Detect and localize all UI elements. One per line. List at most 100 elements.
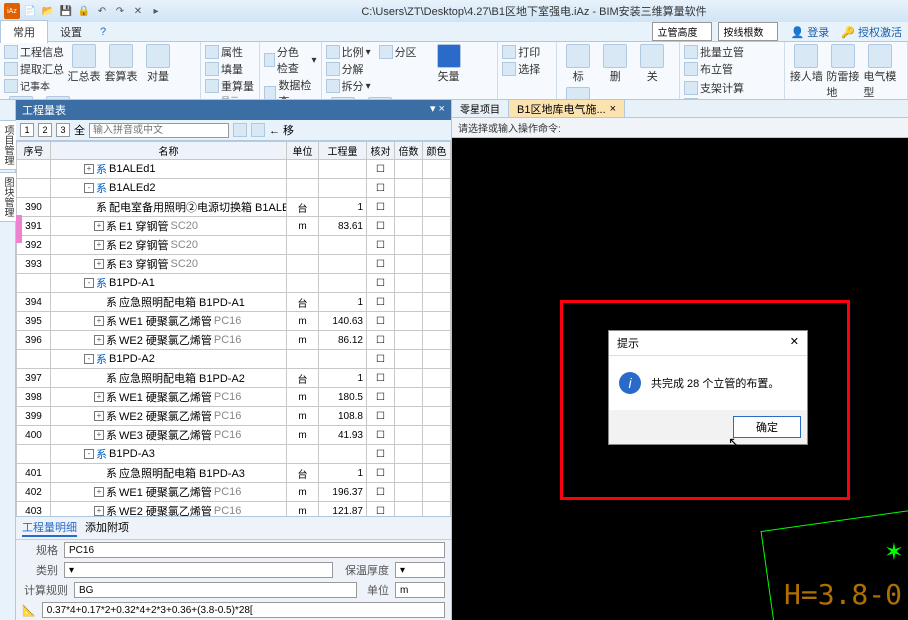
lbl-rule: 计算规则 [22, 582, 68, 598]
doc-tab-active[interactable]: B1区地库电气施... × [509, 100, 625, 117]
table-row[interactable]: 392 +系 E2 穿钢管 SC20 ☐ [17, 236, 451, 255]
rb-pipe[interactable]: 布立管 [684, 61, 744, 77]
rb-select[interactable]: 选择 [502, 61, 552, 77]
rb-datacheck[interactable]: 数据检查 [264, 77, 317, 100]
level-2[interactable]: 2 [38, 123, 52, 137]
table-row[interactable]: -系 B1PD-A3 ☐ [17, 445, 451, 464]
rb-calc[interactable]: 套算表 [104, 44, 138, 84]
rb-fill[interactable]: 填量 [205, 61, 255, 77]
qat-btn[interactable]: ▸ [148, 3, 164, 19]
table-row[interactable]: -系 B1PD-A1 ☐ [17, 274, 451, 293]
rb-notes[interactable]: 记事本 [4, 78, 64, 93]
qat-btn[interactable]: 📂 [40, 3, 56, 19]
rb-close[interactable]: 关 [635, 44, 669, 84]
level-1[interactable]: 1 [20, 123, 34, 137]
rb-compare[interactable]: 对量 [141, 44, 175, 84]
vtab-block[interactable]: 图块管理 [0, 172, 17, 222]
rb-split[interactable]: 拆分▾ [326, 78, 376, 94]
qat-btn[interactable]: 📄 [22, 3, 38, 19]
table-row[interactable]: +系 B1ALEd1 ☐ [17, 160, 451, 179]
table-row[interactable]: 396 +系 WE2 硬聚氯乙烯管 PC16 m86.12 ☐ [17, 331, 451, 350]
rb-project-info[interactable]: 工程信息 [4, 44, 64, 60]
vtab-project[interactable]: 项目管理 [0, 120, 17, 170]
tab-help-icon[interactable]: ? [94, 26, 112, 38]
quick-access-toolbar: iAz 📄 📂 💾 🔒 ↶ ↷ ✕ ▸ [4, 3, 164, 19]
combo-line-count[interactable]: 按线根数 [718, 22, 778, 41]
field-spec[interactable]: PC16 [64, 542, 445, 558]
combo-pipe-height[interactable]: 立管高度 [652, 22, 712, 41]
level-3[interactable]: 3 [56, 123, 70, 137]
table-row[interactable]: 403 +系 WE2 硬聚氯乙烯管 PC16 m121.87 ☐ [17, 502, 451, 517]
table-row[interactable]: 398 +系 WE1 硬聚氯乙烯管 PC16 m180.5 ☐ [17, 388, 451, 407]
field-unit[interactable]: m [395, 582, 445, 598]
lbl-cat: 类别 [22, 562, 58, 578]
qat-btn[interactable]: 💾 [58, 3, 74, 19]
col-unit: 单位 [287, 142, 319, 160]
login-button[interactable]: 👤 登录 [784, 24, 835, 40]
rb-explode[interactable]: 分解 [326, 61, 376, 77]
search-icon[interactable] [233, 123, 247, 137]
panel-toolbar: 1 2 3 全 ← 移 [16, 120, 451, 141]
table-row[interactable]: 399 +系 WE2 硬聚氯乙烯管 PC16 m108.8 ☐ [17, 407, 451, 426]
dtab-detail[interactable]: 工程量明细 [22, 519, 77, 537]
tab-common[interactable]: 常用 [0, 20, 48, 43]
refresh-icon[interactable] [251, 123, 265, 137]
table-row[interactable]: 393 +系 E3 穿钢管 SC20 ☐ [17, 255, 451, 274]
title-bar: iAz 📄 📂 💾 🔒 ↶ ↷ ✕ ▸ C:\Users\ZT\Desktop\… [0, 0, 908, 22]
left-strip: 项目管理 图块管理 [0, 100, 16, 620]
col-color: 颜色 [423, 142, 451, 160]
rb-mark[interactable]: 标 [561, 44, 595, 84]
rb-wall[interactable]: 接人墙 [789, 44, 823, 84]
rb-extract[interactable]: 提取汇总 [4, 61, 64, 77]
table-row[interactable]: -系 B1ALEd2 ☐ [17, 179, 451, 198]
rb-recalc[interactable]: 重算量 [205, 78, 255, 94]
field-rule[interactable]: BG [74, 582, 357, 598]
table-row[interactable]: 402 +系 WE1 硬聚氯乙烯管 PC16 m196.37 ☐ [17, 483, 451, 502]
rb-batchpipe[interactable]: 批量立管 [684, 44, 744, 60]
field-formula[interactable]: 0.37*4+0.17*2+0.32*4+2*3+0.36+(3.8-0.5)*… [42, 602, 445, 618]
rb-lightning[interactable]: 防雷接地 [826, 44, 860, 100]
quantity-grid[interactable]: 序号 名称 单位 工程量 核对 倍数 颜色 +系 B1ALEd1 ☐ -系 B1… [16, 141, 451, 516]
table-row[interactable]: 397 系 应急照明配电箱 B1PD-A2 台1 ☐ [17, 369, 451, 388]
dtab-add[interactable]: 添加附项 [85, 519, 129, 537]
dialog-close-icon[interactable]: ✕ [790, 335, 799, 351]
table-row[interactable]: 401 系 应急照明配电箱 B1PD-A3 台1 ☐ [17, 464, 451, 483]
rb-zone[interactable]: 分区 [379, 44, 429, 60]
table-row[interactable]: -系 B1PD-A2 ☐ [17, 350, 451, 369]
doc-tabs: 零星项目 B1区地库电气施... × [452, 100, 908, 118]
move-icon[interactable]: ← 移 [269, 122, 294, 138]
window-title: C:\Users\ZT\Desktop\4.27\B1区地下室强电.iAz - … [164, 3, 904, 19]
rb-del[interactable]: 删 [598, 44, 632, 84]
all-icon[interactable]: 全 [74, 122, 85, 138]
table-row[interactable]: 394 系 应急照明配电箱 B1PD-A1 台1 ☐ [17, 293, 451, 312]
doc-tab[interactable]: 零星项目 [452, 100, 509, 117]
rb-area[interactable]: 区域 [561, 87, 595, 100]
qat-btn[interactable]: ↷ [112, 3, 128, 19]
cad-marker: ✶ [884, 538, 904, 567]
auth-button[interactable]: 🔑 授权激活 [835, 24, 908, 40]
tab-close-icon[interactable]: × [610, 103, 616, 115]
rb-colorcheck[interactable]: 分色检查▾ [264, 44, 317, 76]
rb-print[interactable]: 打印 [502, 44, 552, 60]
rb-emodel[interactable]: 电气模型 [863, 44, 897, 100]
qat-btn[interactable]: ✕ [130, 3, 146, 19]
tab-settings[interactable]: 设置 [48, 21, 94, 43]
table-row[interactable]: 390 系 配电室备用照明②电源切换箱 B1ALEd2 台1 ☐ [17, 198, 451, 217]
table-row[interactable]: 400 +系 WE3 硬聚氯乙烯管 PC16 m41.93 ☐ [17, 426, 451, 445]
rb-scale[interactable]: 比例▾ [326, 44, 376, 60]
field-ins[interactable]: ▾ [395, 562, 445, 578]
table-row[interactable]: 395 +系 WE1 硬聚氯乙烯管 PC16 m140.63 ☐ [17, 312, 451, 331]
search-input[interactable] [89, 123, 229, 138]
panel-close-icon[interactable]: ▾ × [430, 102, 445, 118]
rb-support[interactable]: 支架计算 [684, 80, 744, 96]
qat-btn[interactable]: 🔒 [76, 3, 92, 19]
formula-icon: 📐 [22, 604, 36, 617]
rb-summary[interactable]: 汇总表 [67, 44, 101, 84]
rb-attr[interactable]: 属性 [205, 44, 255, 60]
rb-vector[interactable]: 矢量 [432, 44, 466, 84]
qat-btn[interactable]: ↶ [94, 3, 110, 19]
field-cat[interactable]: ▾ [64, 562, 333, 578]
table-row[interactable]: 391 +系 E1 穿钢管 SC20 m83.61 ☐ [17, 217, 451, 236]
ok-button[interactable]: 确定 [733, 416, 801, 438]
command-line[interactable]: 请选择或输入操作命令: [452, 118, 908, 138]
